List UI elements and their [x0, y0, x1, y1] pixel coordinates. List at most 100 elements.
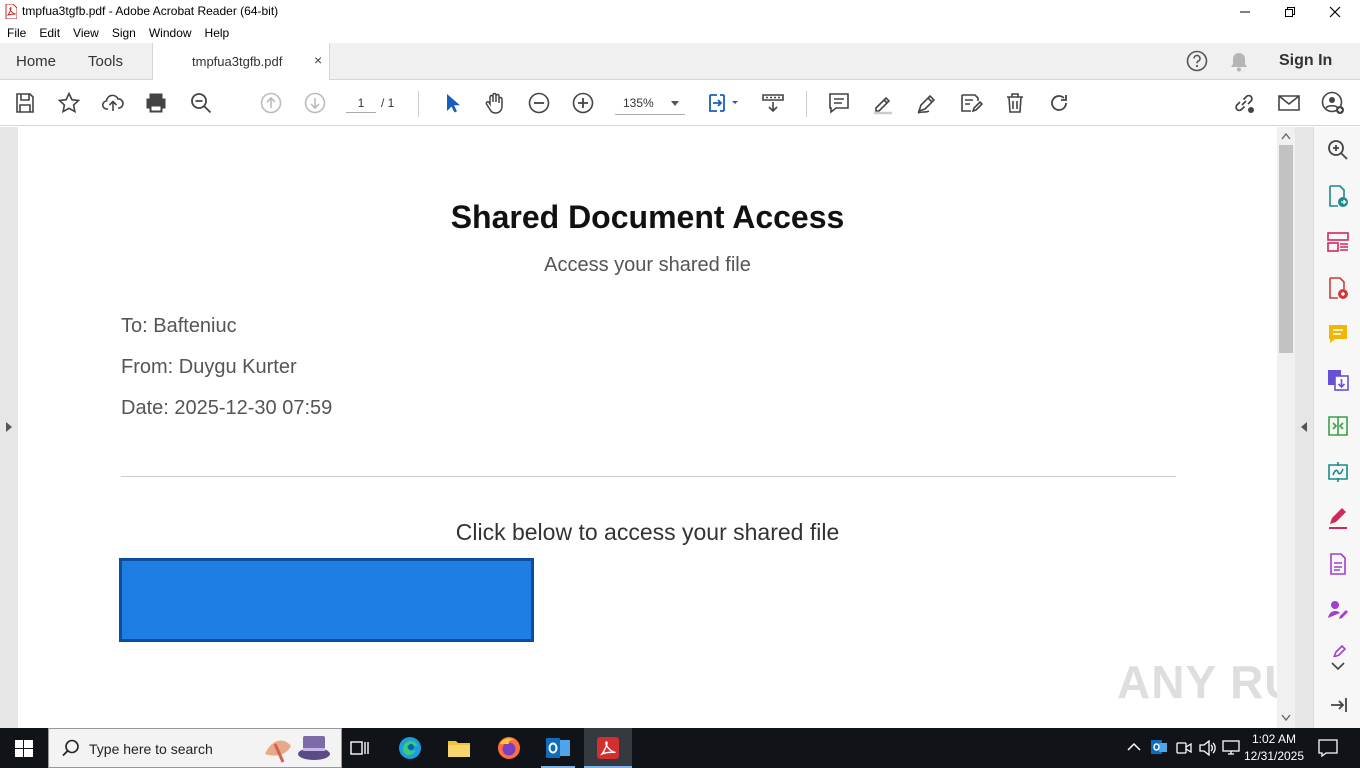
scroll-up-icon[interactable]	[1281, 132, 1291, 140]
chevron-down-icon[interactable]	[1331, 662, 1345, 671]
zoom-level-select[interactable]: 135%	[615, 93, 685, 115]
scroll-down-icon[interactable]	[1281, 714, 1291, 722]
windows-start-icon[interactable]	[15, 740, 33, 757]
menu-edit[interactable]: Edit	[32, 26, 66, 40]
edit-pdf-icon[interactable]	[1326, 460, 1350, 484]
find-button[interactable]	[188, 90, 214, 116]
page-total: / 1	[381, 96, 395, 110]
zoom-out-button[interactable]	[526, 90, 552, 116]
task-view-button[interactable]	[345, 734, 375, 762]
tab-document[interactable]: tmpfua3tgfb.pdf ×	[152, 43, 330, 81]
edge-browser-icon	[399, 737, 421, 759]
collapse-panel-icon[interactable]	[1326, 693, 1350, 717]
zoom-in-button[interactable]	[570, 90, 596, 116]
menu-view[interactable]: View	[66, 26, 105, 40]
arrow-up-circle-icon	[260, 92, 282, 114]
more-tools-pen-icon[interactable]	[1326, 643, 1350, 657]
document-page: Shared Document Access Access your share…	[18, 127, 1277, 728]
previous-page-button[interactable]	[258, 90, 284, 116]
combine-files-icon[interactable]	[1326, 368, 1350, 392]
export-pdf-icon[interactable]	[1326, 184, 1350, 208]
compress-pdf-icon[interactable]	[1326, 414, 1350, 438]
cloud-upload-icon	[101, 94, 124, 111]
create-pdf-icon[interactable]	[1326, 276, 1350, 300]
task-view-icon	[350, 741, 369, 755]
windows-taskbar: Type here to search 1:02 AM 12/31/2025	[0, 728, 1360, 768]
sign-in-button[interactable]: Sign In	[1279, 52, 1332, 70]
acrobat-taskbar-button[interactable]	[584, 728, 632, 768]
tab-document-label: tmpfua3tgfb.pdf	[192, 54, 283, 69]
minimize-button[interactable]	[1222, 0, 1268, 23]
comment-button[interactable]	[826, 90, 852, 116]
network-icon[interactable]	[1222, 739, 1240, 756]
notification-center-icon[interactable]	[1318, 739, 1338, 757]
share-link-button[interactable]	[1231, 90, 1257, 116]
zoom-level-value: 135%	[623, 96, 654, 110]
email-button[interactable]	[1276, 90, 1302, 116]
draw-button[interactable]	[914, 90, 940, 116]
restore-button[interactable]	[1267, 0, 1313, 23]
meet-now-icon[interactable]	[1176, 740, 1192, 756]
rotate-icon	[1051, 95, 1067, 111]
menu-file[interactable]: File	[0, 26, 32, 40]
access-file-button[interactable]	[119, 558, 534, 642]
page-number-input[interactable]: 1	[346, 93, 376, 113]
file-explorer-button[interactable]	[444, 734, 474, 762]
firefox-button[interactable]	[494, 734, 524, 762]
rotate-button[interactable]	[1046, 90, 1072, 116]
right-pane-toggle[interactable]	[1295, 127, 1313, 728]
tab-tools[interactable]: Tools	[88, 43, 123, 80]
upload-button[interactable]	[100, 90, 126, 116]
link-icon	[1235, 94, 1254, 113]
fit-page-button[interactable]	[706, 90, 742, 116]
search-icon	[62, 739, 79, 757]
share-user-button[interactable]	[1320, 90, 1346, 116]
outlook-tray-icon[interactable]	[1151, 739, 1167, 755]
notification-bell-icon[interactable]	[1229, 51, 1249, 73]
scroll-mode-button[interactable]	[760, 90, 786, 116]
delete-button[interactable]	[1002, 90, 1028, 116]
highlight-button[interactable]	[870, 90, 896, 116]
minimize-icon	[1240, 11, 1250, 12]
fill-sign-icon[interactable]	[1326, 506, 1350, 530]
recipient-line: To: Bafteniuc	[121, 315, 237, 337]
help-icon[interactable]	[1186, 50, 1208, 72]
save-button[interactable]	[12, 90, 38, 116]
vertical-scrollbar[interactable]	[1277, 127, 1295, 728]
tab-home[interactable]: Home	[16, 43, 56, 80]
tab-close-icon[interactable]: ×	[314, 52, 322, 68]
volume-icon[interactable]	[1199, 740, 1217, 756]
fit-page-icon	[709, 94, 738, 112]
plus-circle-icon	[572, 92, 594, 114]
comment-icon	[829, 93, 849, 114]
hand-tool-button[interactable]	[482, 90, 508, 116]
document-icon[interactable]	[1326, 552, 1350, 576]
select-tool-button[interactable]	[438, 90, 464, 116]
next-page-button[interactable]	[302, 90, 328, 116]
menu-sign[interactable]: Sign	[105, 26, 142, 40]
comment-icon[interactable]	[1326, 322, 1350, 346]
left-pane-toggle[interactable]	[0, 127, 18, 728]
menu-help[interactable]: Help	[198, 26, 236, 40]
system-clock[interactable]: 1:02 AM 12/31/2025	[1243, 731, 1305, 765]
cursor-arrow-icon	[447, 94, 460, 113]
zoom-search-icon[interactable]	[1326, 138, 1350, 162]
clock-time: 1:02 AM	[1251, 732, 1297, 746]
edit-text-button[interactable]	[958, 90, 984, 116]
clock-date: 12/31/2025	[1243, 749, 1305, 763]
menu-window[interactable]: Window	[142, 26, 198, 40]
toolbar-divider	[806, 91, 807, 117]
hand-icon	[485, 92, 503, 114]
organize-pages-icon[interactable]	[1326, 230, 1350, 254]
menu-bar: File Edit View Sign Window Help	[0, 23, 1360, 43]
request-signature-icon[interactable]	[1326, 598, 1350, 622]
scrollbar-thumb[interactable]	[1279, 145, 1293, 353]
close-window-button[interactable]	[1312, 0, 1358, 23]
taskbar-search-box[interactable]: Type here to search	[48, 728, 342, 768]
edge-browser-button[interactable]	[395, 734, 425, 762]
outlook-button[interactable]	[541, 734, 575, 762]
bookmark-button[interactable]	[56, 90, 82, 116]
show-hidden-icons-icon[interactable]	[1127, 742, 1141, 752]
print-button[interactable]	[143, 90, 169, 116]
scroll-mode-icon	[762, 94, 784, 113]
